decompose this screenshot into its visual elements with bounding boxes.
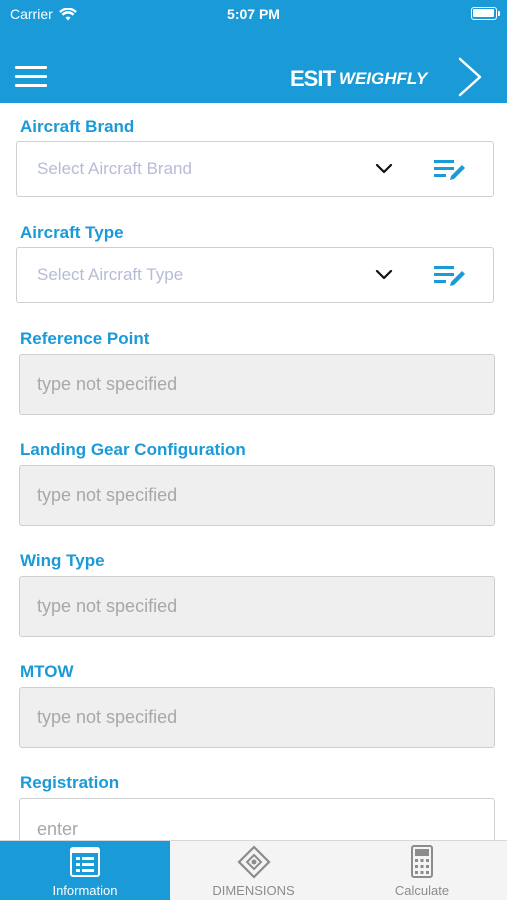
battery-level — [473, 9, 494, 17]
reference-point-label: Reference Point — [20, 329, 150, 348]
logo-weighfly: WEIGHFLY — [338, 69, 428, 88]
wing-type-field: type not specified — [19, 576, 495, 637]
app-logo: ESIT WEIGHFLY — [290, 66, 427, 92]
tab-dimensions-label: DIMENSIONS — [212, 883, 295, 898]
wing-type-label: Wing Type — [20, 551, 105, 570]
aircraft-brand-label: Aircraft Brand — [20, 117, 135, 136]
tab-calculate[interactable]: Calculate — [337, 841, 507, 900]
registration-placeholder: enter — [37, 819, 79, 839]
information-form-icon — [70, 847, 100, 877]
aircraft-brand-select[interactable]: Select Aircraft Brand — [16, 141, 494, 197]
chevron-down-icon[interactable] — [375, 162, 393, 176]
tab-bar: Information DIMENSIONS Calculate — [0, 840, 507, 900]
status-time: 5:07 PM — [227, 6, 280, 22]
mtow-value: type not specified — [37, 707, 178, 727]
chevron-down-icon[interactable] — [375, 268, 393, 282]
app-header: Carrier 5:07 PM ESIT WEIGHFLY — [0, 0, 507, 103]
registration-label: Registration — [20, 773, 120, 792]
aircraft-type-label: Aircraft Type — [20, 223, 124, 242]
app-screen: Carrier 5:07 PM ESIT WEIGHFLY Aircraft B… — [0, 0, 507, 900]
landing-gear-field: type not specified — [19, 465, 495, 526]
logo-esit: ESIT — [290, 66, 336, 91]
landing-gear-label: Landing Gear Configuration — [20, 440, 246, 459]
mtow-label: MTOW — [20, 662, 74, 681]
battery-icon — [471, 7, 500, 20]
wing-type-value: type not specified — [37, 596, 178, 616]
landing-gear-value: type not specified — [37, 485, 178, 505]
reference-point-field: type not specified — [19, 354, 495, 415]
edit-list-icon[interactable] — [433, 264, 467, 288]
aircraft-type-select[interactable]: Select Aircraft Type — [16, 247, 494, 303]
tab-dimensions[interactable]: DIMENSIONS — [170, 841, 337, 900]
mtow-field: type not specified — [19, 687, 495, 748]
reference-point-value: type not specified — [37, 374, 178, 394]
calculator-icon — [411, 845, 433, 878]
hamburger-menu-icon — [15, 66, 47, 69]
tab-information[interactable]: Information — [0, 841, 170, 900]
aircraft-type-placeholder: Select Aircraft Type — [37, 265, 184, 284]
registration-input[interactable]: enter — [19, 798, 495, 840]
menu-button[interactable] — [15, 66, 47, 88]
tab-information-label: Information — [52, 883, 118, 898]
aircraft-info-form: Aircraft Brand Select Aircraft Brand Air… — [0, 103, 507, 840]
edit-list-icon[interactable] — [433, 158, 467, 182]
aircraft-brand-placeholder: Select Aircraft Brand — [37, 159, 192, 178]
dimensions-diamond-icon — [236, 845, 271, 879]
chevron-right-icon[interactable] — [456, 57, 484, 97]
status-bar: Carrier 5:07 PM — [0, 0, 507, 30]
tab-calculate-label: Calculate — [394, 883, 450, 898]
